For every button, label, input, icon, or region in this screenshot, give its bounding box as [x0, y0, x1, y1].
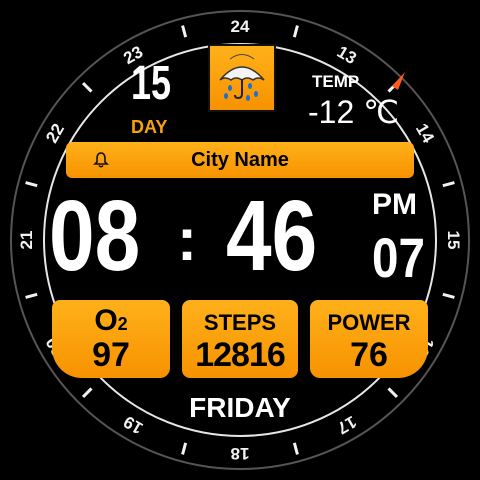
watch-face: 241314151617181920212223 15 DAY TEMP -12…: [0, 0, 480, 480]
oxygen-value: 97: [92, 336, 130, 374]
bezel-tick: [81, 387, 93, 399]
time-separator: :: [177, 206, 197, 273]
power-label: POWER: [327, 310, 411, 335]
bezel-hour-number: 13: [334, 42, 360, 68]
city-bar: City Name: [66, 142, 414, 178]
bezel-tick: [292, 442, 299, 455]
temp-value: -12 ℃: [308, 94, 400, 130]
oxygen-box: O2 97: [52, 300, 170, 378]
day-number: 15: [131, 57, 172, 110]
time-minutes: 46: [226, 180, 318, 292]
temp-label: TEMP: [312, 72, 360, 91]
oxygen-label: O2: [94, 304, 128, 337]
bezel-hour-number: 14: [412, 120, 438, 146]
bezel-hour-number: 21: [17, 231, 36, 250]
time-seconds: 07: [372, 226, 425, 289]
bezel-hour-number: 24: [231, 17, 250, 36]
bezel-tick: [292, 25, 299, 38]
city-name: City Name: [191, 149, 289, 171]
time-ampm: PM: [372, 188, 417, 221]
bezel-tick: [442, 181, 455, 188]
power-box: POWER 76: [310, 300, 428, 378]
bezel-tick: [81, 81, 93, 93]
umbrella-rain-icon: [219, 54, 265, 101]
bezel-tick: [181, 25, 188, 38]
time-hours: 08: [49, 180, 141, 292]
day-label: DAY: [131, 117, 168, 137]
steps-box: STEPS 12816: [182, 300, 298, 378]
bezel-hour-number: 15: [444, 231, 463, 250]
steps-value: 12816: [195, 336, 286, 374]
bezel-tick: [181, 442, 188, 455]
power-value: 76: [350, 336, 388, 374]
bezel-hour-number: 18: [231, 444, 250, 463]
weather-box: [208, 44, 276, 112]
bezel-tick: [442, 292, 455, 299]
bezel-hour-number: 22: [42, 120, 68, 146]
steps-label: STEPS: [203, 310, 277, 335]
bezel-tick: [387, 387, 399, 399]
bezel-tick: [25, 181, 38, 188]
bezel-tick: [25, 292, 38, 299]
weekday: FRIDAY: [189, 392, 291, 423]
